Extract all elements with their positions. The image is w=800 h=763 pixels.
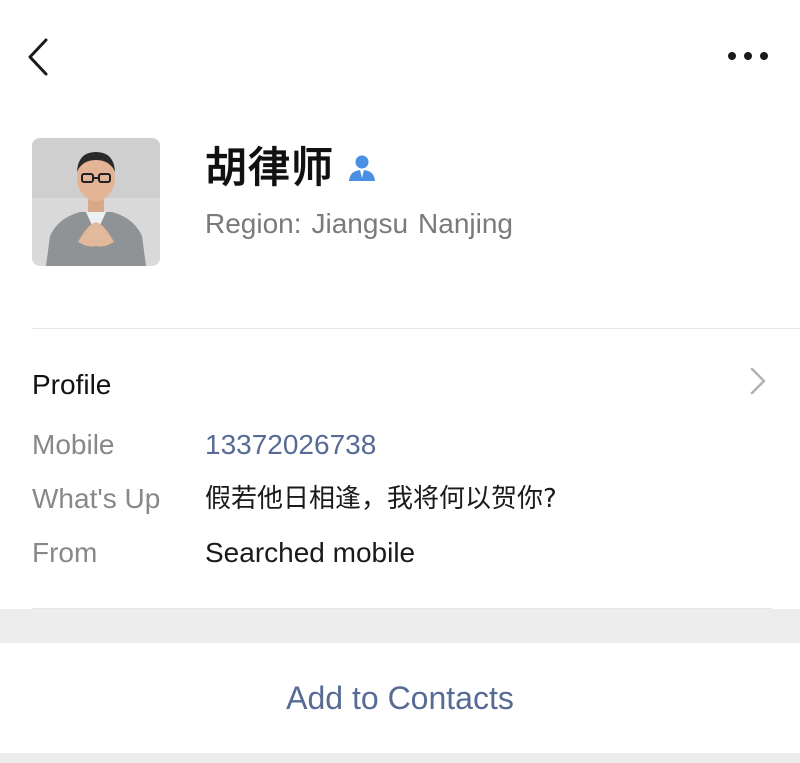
chevron-left-icon [28,38,48,76]
top-bar [0,0,800,110]
action-section: Add to Contacts [0,643,800,753]
info-row-from: From Searched mobile [0,529,800,577]
more-button[interactable] [724,40,772,72]
add-to-contacts-button[interactable]: Add to Contacts [0,643,800,753]
more-dots-icon [728,52,768,60]
mobile-label: Mobile [32,429,115,460]
region-label: Region: [205,208,302,239]
avatar[interactable] [32,138,160,266]
profile-row[interactable]: Profile [0,353,800,413]
section-separator [0,609,800,643]
profile-title: Profile [32,369,112,400]
person-verified-icon [346,152,378,184]
from-value: Searched mobile [205,537,416,568]
back-button[interactable] [22,34,62,80]
whats-up-value: 假若他日相逢，我将何以贺你? [205,484,557,514]
info-row-mobile: Mobile 13372026738 [0,421,800,469]
mobile-number-link[interactable]: 13372026738 [205,421,376,469]
region-province: Jiangsu [311,208,409,239]
from-label: From [32,537,98,568]
contact-header: 胡律师 Region: Jiangsu Nanjing [0,110,800,328]
info-row-whats-up: What's Up 假若他日相逢，我将何以贺你? [0,475,800,523]
region-row: Region: Jiangsu Nanjing [205,204,513,244]
region-city: Nanjing [418,208,513,239]
profile-section: Profile Mobile 13372026738 What's Up 假若他… [0,329,800,609]
bottom-separator [0,753,800,763]
contact-name: 胡律师 [205,143,335,192]
avatar-photo [32,138,160,266]
whats-up-label: What's Up [32,483,161,514]
chevron-right-icon [748,361,768,401]
name-row: 胡律师 [205,140,378,196]
